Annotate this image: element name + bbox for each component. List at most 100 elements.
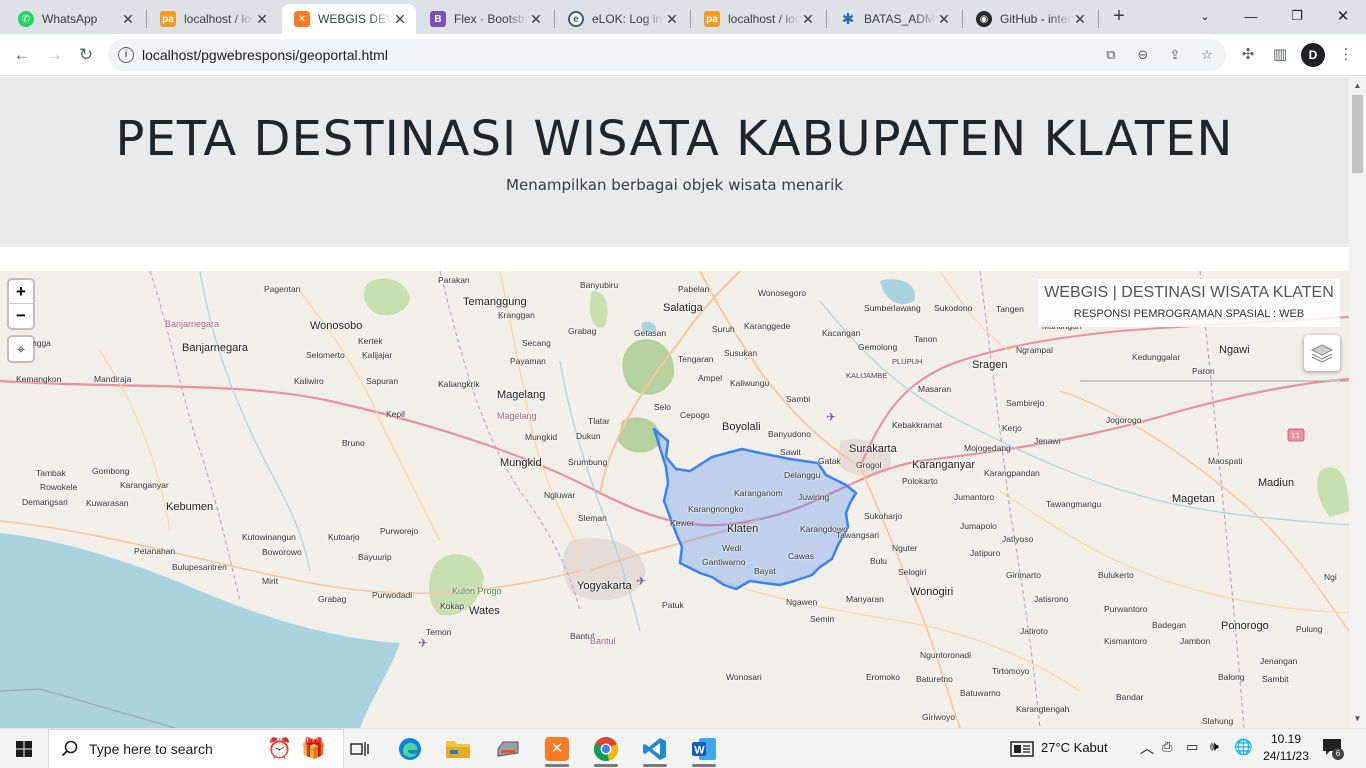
taskbar-search-box[interactable]: Type here to search ⏰ 🎁: [48, 729, 344, 768]
task-view-icon: [350, 742, 369, 756]
tab-search-button[interactable]: ⌄: [1182, 0, 1228, 32]
clock-time: 10.19: [1270, 732, 1302, 746]
translate-icon[interactable]: ⧉: [1102, 46, 1120, 64]
airport-icon: ✈: [418, 636, 428, 650]
tab-localhost-2[interactable]: pa localhost / localhost ✕: [692, 4, 824, 34]
taskbar-vscode[interactable]: [635, 733, 675, 767]
klaten-boundary-polygon[interactable]: [652, 427, 858, 591]
map-label-tangen: Tangen: [996, 304, 1024, 314]
forest-area: [589, 290, 608, 328]
weather-text[interactable]: 27°C Kabut: [1041, 740, 1108, 755]
address-bar[interactable]: i localhost/pgwebresponsi/geoportal.html…: [108, 39, 1226, 71]
close-tab-icon[interactable]: ✕: [1072, 11, 1088, 27]
task-view-button[interactable]: [340, 733, 380, 765]
tab-separator: [690, 10, 691, 28]
taskbar-edge[interactable]: [390, 733, 430, 765]
scroll-up-arrow-icon[interactable]: ▲: [1349, 79, 1366, 93]
taskbar-app-drive[interactable]: [488, 733, 528, 765]
taskbar-word[interactable]: W: [684, 733, 724, 767]
close-window-button[interactable]: ✕: [1320, 0, 1366, 32]
forward-button[interactable]: →: [40, 41, 68, 69]
map-label-mojogedang: Mojogedang: [964, 443, 1011, 453]
map-label-mandiraja: Mandiraja: [94, 374, 132, 384]
taskbar-xampp[interactable]: ✕: [537, 733, 577, 767]
extensions-icon[interactable]: ✣: [1236, 43, 1260, 67]
map-label-temon: Temon: [426, 627, 452, 637]
page-scrollbar[interactable]: ▲ ▼: [1349, 77, 1366, 728]
profile-avatar[interactable]: D: [1301, 43, 1325, 67]
tab-bootstrap[interactable]: B Flex · Bootstrap ✕: [418, 4, 552, 34]
map-label-jambon: Jambon: [1180, 636, 1211, 646]
tab-title: GitHub - interactive: [1000, 12, 1072, 26]
back-button[interactable]: ←: [8, 41, 36, 69]
map-label-demangsari: Demangsari: [22, 497, 68, 507]
map-label-magetan: Magetan: [1172, 493, 1215, 505]
new-tab-button[interactable]: +: [1108, 5, 1130, 27]
alarm-clock-icon: ⏰: [267, 738, 292, 760]
url-text[interactable]: localhost/pgwebresponsi/geoportal.html: [142, 39, 388, 71]
map-label-ponorogo: Ponorogo: [1221, 620, 1269, 632]
map-container[interactable]: ✈ ✈ ✈ 11 Klaten Surakarta Yogyakarta Boy…: [0, 271, 1349, 728]
map-label-mungkid: Mungkid: [500, 457, 542, 469]
map-banner-title: WEBGIS | DESTINASI WISATA KLATEN: [1044, 284, 1334, 301]
locate-me-button[interactable]: ⌖: [9, 337, 33, 361]
map-label-eromoko: Eromoko: [866, 672, 901, 682]
taskbar-file-explorer[interactable]: [438, 733, 478, 765]
close-tab-icon[interactable]: ✕: [936, 11, 952, 27]
news-widget-icon[interactable]: [1010, 740, 1034, 758]
bookmark-star-icon[interactable]: ☆: [1198, 46, 1216, 64]
tab-localhost-1[interactable]: pa localhost / localhost ✕: [148, 4, 278, 34]
more-menu-icon[interactable]: ⋮: [1334, 43, 1358, 67]
show-hidden-icons-chevron-icon[interactable]: ︿: [1140, 738, 1154, 758]
tab-webgis-dev[interactable]: ✕ WEBGIS DEV ✕: [282, 4, 416, 34]
tab-github[interactable]: ◉ GitHub - interactive ✕: [964, 4, 1096, 34]
zoom-icon[interactable]: ⊖: [1134, 46, 1152, 64]
github-icon: ◉: [976, 11, 992, 27]
site-info-icon[interactable]: i: [118, 47, 134, 63]
side-panel-icon[interactable]: ▥: [1268, 43, 1292, 67]
map-basemap[interactable]: ✈ ✈ ✈ 11: [0, 271, 1349, 728]
reload-button[interactable]: ↻: [72, 41, 100, 69]
map-label-sumberlawang: Sumberlawang: [864, 303, 921, 313]
start-button[interactable]: [0, 729, 48, 768]
map-label-wedi: Wedi: [722, 543, 742, 553]
restore-button[interactable]: ❐: [1274, 0, 1320, 32]
minimize-button[interactable]: —: [1228, 0, 1274, 32]
close-tab-icon[interactable]: ✕: [528, 11, 544, 27]
tab-title: localhost / localhost: [728, 12, 800, 26]
map-label-kewer: Kewer: [670, 518, 695, 528]
close-tab-icon[interactable]: ✕: [120, 11, 136, 27]
layers-icon: [1310, 344, 1334, 363]
speaker-icon[interactable]: 🕪: [1210, 738, 1219, 755]
close-tab-icon[interactable]: ✕: [254, 11, 270, 27]
map-label-kemangkon: Kemangkon: [16, 374, 62, 384]
notification-center-button[interactable]: 6: [1322, 738, 1344, 760]
scrollbar-thumb[interactable]: [1352, 95, 1363, 173]
tab-elok[interactable]: e eLOK: Log in ✕: [556, 4, 688, 34]
tab-batas-admin[interactable]: ✱ BATAS_ADMIN ✕: [828, 4, 960, 34]
close-tab-icon[interactable]: ✕: [664, 11, 680, 27]
airport-icon: ✈: [636, 574, 646, 588]
taskbar-chrome[interactable]: [586, 733, 626, 767]
edge-icon: [399, 738, 421, 760]
close-tab-icon[interactable]: ✕: [800, 11, 816, 27]
taskbar-clock[interactable]: 10.19 24/11/23: [1256, 731, 1316, 765]
close-tab-icon[interactable]: ✕: [392, 11, 408, 27]
map-label-sambi: Sambi: [786, 394, 811, 404]
bootstrap-icon: B: [430, 11, 446, 27]
map-label-kalijajar: Kalijajar: [362, 350, 393, 360]
globe-language-icon[interactable]: 🌐: [1234, 738, 1253, 756]
map-label-susukan: Susukan: [724, 348, 758, 358]
layer-control-button[interactable]: [1304, 335, 1340, 371]
camera-icon[interactable]: ⎙: [1162, 739, 1172, 755]
share-icon[interactable]: ⇪: [1166, 46, 1184, 64]
map-label-surakarta: Surakarta: [849, 443, 897, 455]
zoom-in-button[interactable]: +: [9, 280, 33, 304]
map-label-grogol: Grogol: [856, 460, 882, 470]
map-label-selogiri: Selogiri: [898, 567, 927, 577]
scroll-down-arrow-icon[interactable]: ▼: [1349, 712, 1366, 726]
battery-icon[interactable]: ▭: [1186, 739, 1198, 755]
map-title-banner: WEBGIS | DESTINASI WISATA KLATEN RESPONS…: [1038, 279, 1340, 327]
zoom-out-button[interactable]: −: [9, 304, 33, 328]
tab-whatsapp[interactable]: ✆ WhatsApp ✕: [6, 4, 144, 34]
